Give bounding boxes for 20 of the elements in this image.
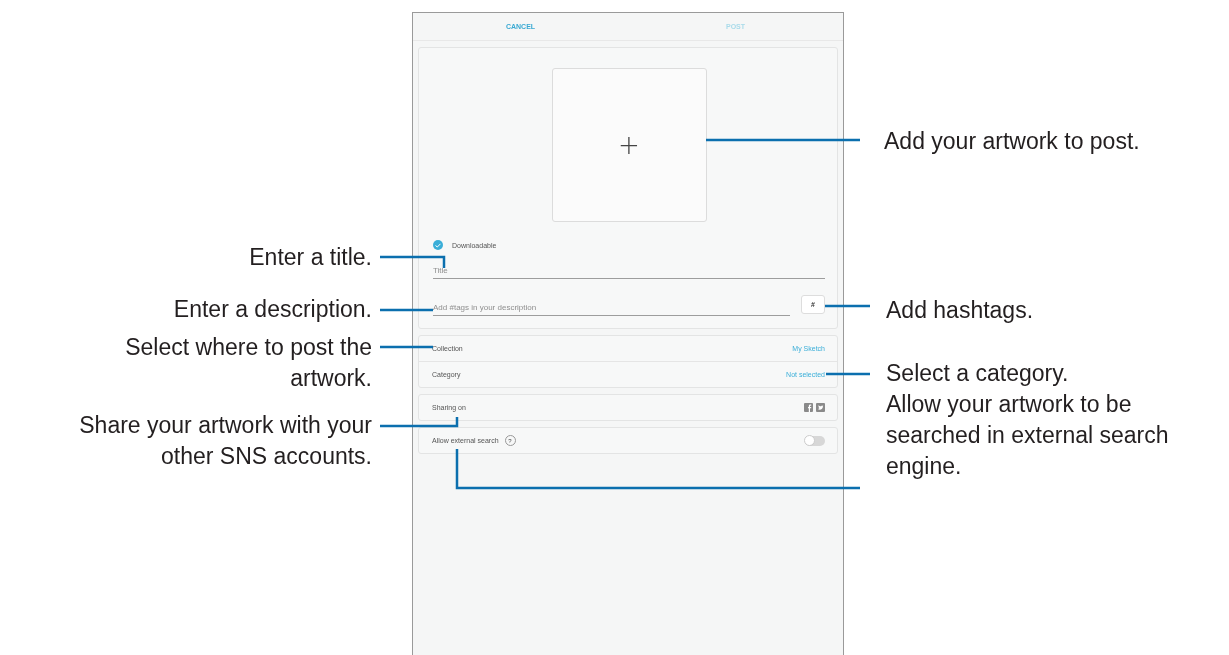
- leader-line: [825, 304, 870, 308]
- description-field[interactable]: Add #tags in your description: [433, 303, 790, 316]
- leader-line: [380, 308, 433, 312]
- callout-text: Select a category.: [886, 359, 1069, 388]
- facebook-icon[interactable]: [804, 403, 813, 412]
- add-artwork-button[interactable]: +: [551, 68, 707, 222]
- callout-text: Select where to post the artwork.: [125, 333, 372, 393]
- callout-text: Add your artwork to post.: [884, 127, 1140, 156]
- leader-line: [380, 255, 446, 268]
- leader-line: [380, 345, 433, 349]
- callout-text: Add hashtags.: [886, 296, 1034, 325]
- external-search-toggle[interactable]: [805, 435, 825, 446]
- callout-text: Allow your artwork to be searched in external search engine.: [886, 390, 1169, 481]
- title-field[interactable]: Title: [433, 266, 825, 279]
- callout-text: Enter a description.: [173, 295, 372, 324]
- downloadable-checkbox[interactable]: [433, 240, 443, 250]
- twitter-icon[interactable]: [816, 403, 825, 412]
- callout-text: Enter a title.: [249, 243, 372, 272]
- callout-text: Share your artwork with your other SNS accounts.: [79, 411, 372, 471]
- leader-line: [826, 372, 870, 376]
